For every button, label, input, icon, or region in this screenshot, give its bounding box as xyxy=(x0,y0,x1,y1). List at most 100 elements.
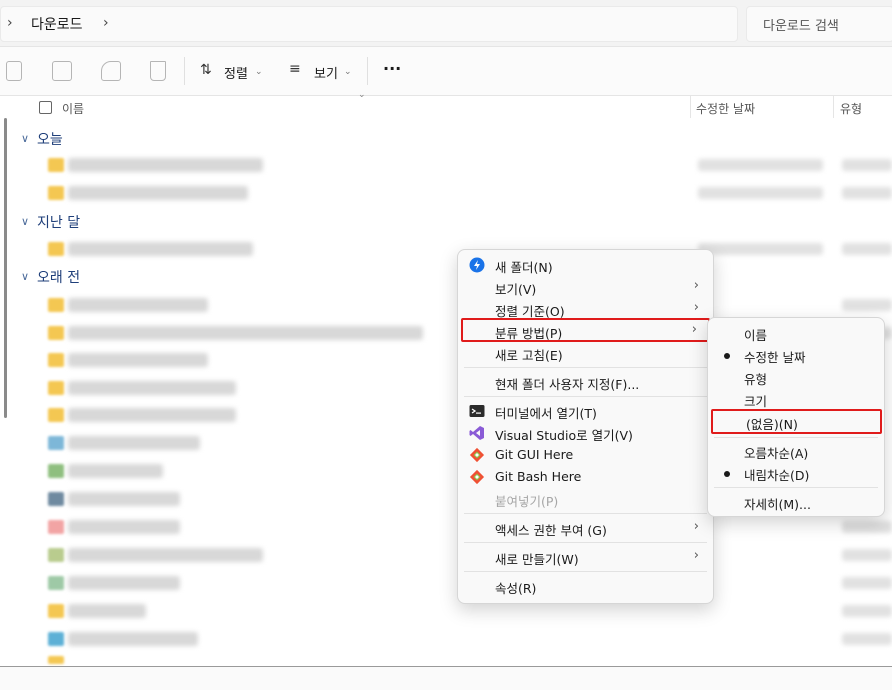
git-icon xyxy=(469,447,485,463)
collapse-chevron-icon[interactable]: ∨ xyxy=(21,270,29,283)
submenu-item-descending[interactable]: 내림차순(D) xyxy=(708,462,884,484)
chevron-right-icon: › xyxy=(691,322,697,337)
file-icon xyxy=(48,298,64,312)
chevron-right-icon: › xyxy=(693,519,699,534)
list-item[interactable] xyxy=(68,186,248,200)
view-button[interactable]: 보기 xyxy=(314,63,338,82)
share-icon[interactable] xyxy=(101,61,121,81)
list-item[interactable] xyxy=(68,548,263,562)
list-item[interactable] xyxy=(68,464,163,478)
menu-item-customize-folder[interactable]: 현재 폴더 사용자 지정(F)... xyxy=(458,371,713,393)
list-item[interactable] xyxy=(68,298,208,312)
file-icon xyxy=(48,520,64,534)
sort-icon: ⇅ xyxy=(200,62,212,78)
menu-item-sort-by[interactable]: 정렬 기준(O) › xyxy=(458,298,713,320)
type-cell xyxy=(842,299,892,311)
group-header-last-month[interactable]: 지난 달 xyxy=(37,212,80,232)
type-cell xyxy=(842,159,892,171)
menu-item-give-access[interactable]: 액세스 권한 부여 (G) › xyxy=(458,517,713,539)
visual-studio-icon xyxy=(469,426,484,440)
file-icon xyxy=(48,436,64,450)
file-icon xyxy=(48,548,64,562)
menu-item-open-terminal[interactable]: 터미널에서 열기(T) xyxy=(458,400,713,422)
column-divider[interactable] xyxy=(833,96,834,118)
chevron-down-icon: ⌄ xyxy=(344,67,352,77)
submenu-item-ascending[interactable]: 오름차순(A) xyxy=(708,440,884,462)
file-icon xyxy=(48,604,64,618)
submenu-item-date-modified[interactable]: 수정한 날짜 xyxy=(708,344,884,366)
type-cell xyxy=(842,521,892,533)
list-item[interactable] xyxy=(68,353,208,367)
date-cell xyxy=(698,159,823,171)
menu-item-label: 붙여넣기(P) xyxy=(495,494,559,509)
submenu-item-more[interactable]: 자세히(M)... xyxy=(708,491,884,513)
breadcrumb[interactable]: › 다운로드 › xyxy=(0,6,738,42)
column-header-name[interactable]: 이름 xyxy=(62,100,84,117)
date-cell xyxy=(698,243,823,255)
collapse-chevron-icon[interactable]: ∨ xyxy=(21,215,29,228)
file-icon xyxy=(48,326,64,340)
column-header-date[interactable]: 수정한 날짜 xyxy=(696,100,755,117)
menu-item-open-visual-studio[interactable]: Visual Studio로 열기(V) xyxy=(458,422,713,444)
menu-item-group-by[interactable]: 분류 방법(P) › xyxy=(461,318,710,342)
menu-item-properties[interactable]: 속성(R) xyxy=(458,575,713,597)
list-item[interactable] xyxy=(68,436,200,450)
list-item[interactable] xyxy=(68,632,198,646)
git-icon xyxy=(469,469,485,485)
column-divider[interactable] xyxy=(690,96,691,118)
menu-item-git-bash[interactable]: Git Bash Here xyxy=(458,466,713,488)
column-header-type[interactable]: 유형 xyxy=(840,100,862,117)
submenu-item-name[interactable]: 이름 xyxy=(708,322,884,344)
chevron-right-icon[interactable]: › xyxy=(103,15,109,31)
vertical-scrollbar[interactable] xyxy=(4,118,7,418)
rename-icon[interactable] xyxy=(52,61,72,81)
menu-item-label: 새로 고침(E) xyxy=(495,348,563,363)
toolbar-divider xyxy=(184,57,185,85)
group-header-long-ago[interactable]: 오래 전 xyxy=(37,267,80,287)
collapse-chevron-icon[interactable]: ∨ xyxy=(21,132,29,145)
menu-item-git-gui[interactable]: Git GUI Here xyxy=(458,444,713,466)
toolbar-divider xyxy=(367,57,368,85)
list-item[interactable] xyxy=(68,520,180,534)
menu-item-label: Git Bash Here xyxy=(495,469,582,484)
menu-item-new[interactable]: 새로 만들기(W) › xyxy=(458,546,713,568)
list-item[interactable] xyxy=(68,576,180,590)
list-item[interactable] xyxy=(68,492,180,506)
file-icon xyxy=(48,656,64,664)
type-cell xyxy=(842,187,892,199)
list-item[interactable] xyxy=(68,326,423,340)
list-item[interactable] xyxy=(68,158,263,172)
breadcrumb-downloads[interactable]: 다운로드 xyxy=(31,14,83,34)
context-menu: 새 폴더(N) 보기(V) › 정렬 기준(O) › 분류 방법(P) › 새로… xyxy=(457,249,714,604)
submenu-item-size[interactable]: 크기 xyxy=(708,388,884,410)
type-cell xyxy=(842,549,892,561)
list-item[interactable] xyxy=(68,242,253,256)
menu-item-refresh[interactable]: 새로 고침(E) xyxy=(458,342,713,364)
sort-button[interactable]: 정렬 xyxy=(224,63,248,82)
menu-item-label: 새로 만들기(W) xyxy=(495,552,579,567)
submenu-item-type[interactable]: 유형 xyxy=(708,366,884,388)
more-options-button[interactable]: ··· xyxy=(383,59,401,78)
list-item[interactable] xyxy=(68,408,236,422)
delete-icon[interactable] xyxy=(150,61,166,81)
submenu-item-label: 크기 xyxy=(744,394,768,409)
menu-item-label: 보기(V) xyxy=(495,282,537,297)
submenu-item-label: 유형 xyxy=(744,372,768,387)
menu-item-view[interactable]: 보기(V) › xyxy=(458,276,713,298)
list-item[interactable] xyxy=(68,381,236,395)
group-header-today[interactable]: 오늘 xyxy=(37,129,63,149)
list-item[interactable] xyxy=(68,604,146,618)
select-all-checkbox[interactable] xyxy=(39,101,52,114)
submenu-item-label: 자세히(M)... xyxy=(744,497,811,512)
submenu-item-none[interactable]: (없음)(N) xyxy=(711,409,882,434)
menu-item-label: 새 폴더(N) xyxy=(495,260,553,275)
menu-item-new-folder[interactable]: 새 폴더(N) xyxy=(458,254,713,276)
submenu-item-label: 내림차순(D) xyxy=(744,468,810,483)
chevron-right-icon[interactable]: › xyxy=(7,15,13,31)
submenu-item-label: 수정한 날짜 xyxy=(744,350,806,365)
copy-icon[interactable] xyxy=(6,61,22,81)
menu-item-label: 속성(R) xyxy=(495,581,537,596)
menu-divider xyxy=(464,542,707,543)
search-input[interactable]: 다운로드 검색 xyxy=(746,6,892,42)
sort-indicator-icon: ⌄ xyxy=(358,90,366,100)
